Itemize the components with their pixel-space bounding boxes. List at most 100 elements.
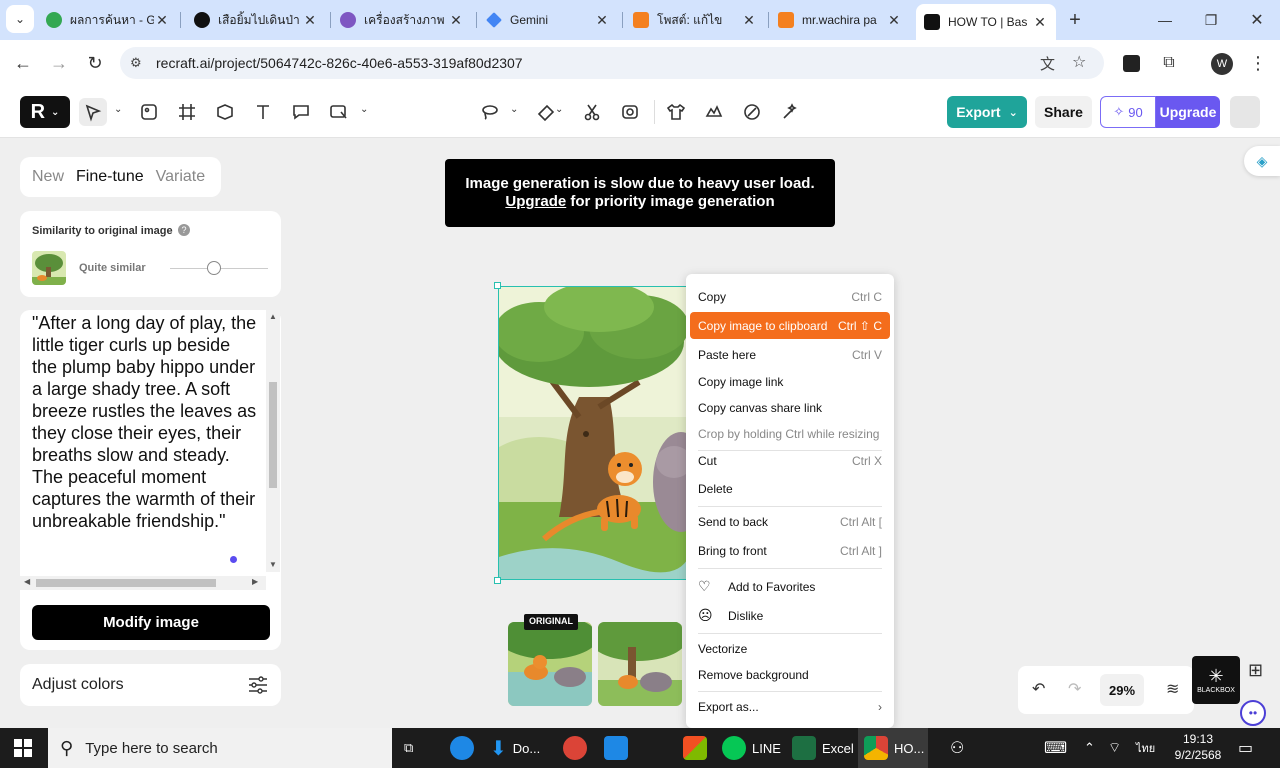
lasso-tool-icon[interactable] xyxy=(476,98,504,126)
downloads-app[interactable]: ⬇ Do... xyxy=(490,728,540,768)
recraft-logo-menu[interactable]: R ⌄ xyxy=(20,96,70,128)
mockup-tool-icon[interactable] xyxy=(211,98,239,126)
address-bar[interactable]: ⚙ recraft.ai/project/5064742c-826c-40e6-… xyxy=(120,47,1104,79)
scroll-right-arrow[interactable]: ▶ xyxy=(252,577,258,586)
modify-image-button[interactable]: Modify image xyxy=(32,605,270,640)
menu-item-paste-here[interactable]: Paste here Ctrl V xyxy=(690,341,890,368)
chevron-down-icon[interactable]: ⌄ xyxy=(114,104,124,115)
menu-item-copy[interactable]: Copy Ctrl C xyxy=(690,283,890,310)
upgrade-link[interactable]: Upgrade xyxy=(505,193,566,210)
vertical-scrollbar[interactable]: ▲ ▼ xyxy=(266,310,280,572)
app-red[interactable] xyxy=(563,728,593,768)
menu-item-export-as[interactable]: Export as... › xyxy=(690,693,890,720)
menu-item-add-to-favorites[interactable]: ♡ Add to Favorites xyxy=(690,573,890,600)
frame-tool-icon[interactable] xyxy=(173,98,201,126)
people-icon[interactable]: ⚇ xyxy=(950,728,964,768)
menu-item-remove-background[interactable]: Remove background xyxy=(690,661,890,688)
tab-tiger-walk[interactable]: เสือยิ้มไปเดินป่า ✕ xyxy=(186,6,326,34)
grid-apps-icon[interactable]: ⊞ xyxy=(1248,660,1263,681)
tab-fine-tune[interactable]: Fine-tune xyxy=(76,168,144,186)
upgrade-button[interactable]: Upgrade xyxy=(1156,96,1220,128)
close-icon[interactable]: ✕ xyxy=(886,12,902,29)
chevron-down-icon[interactable]: ⌄ xyxy=(555,104,565,115)
extension-icon[interactable] xyxy=(1123,55,1140,72)
bookmark-star-icon[interactable]: ☆ xyxy=(1072,52,1086,72)
menu-item-dislike[interactable]: ☹ Dislike xyxy=(690,602,890,629)
undo-icon[interactable]: ↶ xyxy=(1032,679,1045,699)
tab-blogger-post[interactable]: โพสต์: แก้ไข ✕ xyxy=(625,6,765,34)
upscale-icon[interactable] xyxy=(700,98,728,126)
chevron-up-icon[interactable]: ⌃ xyxy=(1084,728,1095,768)
tab-blogger-wachira[interactable]: mr.wachira pa ✕ xyxy=(770,6,910,34)
horizontal-scrollbar[interactable]: ◀ ▶ xyxy=(20,576,266,590)
line-app[interactable]: LINE xyxy=(722,728,781,768)
chrome-app[interactable]: HO... xyxy=(858,728,928,768)
close-icon[interactable]: ✕ xyxy=(302,12,318,29)
close-icon[interactable]: ✕ xyxy=(154,12,170,29)
share-button[interactable]: Share xyxy=(1035,96,1092,128)
task-view-icon[interactable]: ⧉ xyxy=(404,728,413,768)
layers-icon[interactable]: ≋ xyxy=(1166,679,1179,699)
scrollbar-thumb[interactable] xyxy=(269,382,277,488)
tab-search-button[interactable]: ⌄ xyxy=(6,5,34,33)
menu-item-send-to-back[interactable]: Send to back Ctrl Alt [ xyxy=(690,508,890,535)
sliders-icon[interactable] xyxy=(248,676,268,694)
tab-google-search[interactable]: ผลการค้นหา - G ✕ xyxy=(38,6,178,34)
menu-item-copy-image-to-clipboard[interactable]: Copy image to clipboard Ctrl ⇧ C xyxy=(690,312,890,339)
mail-app[interactable] xyxy=(604,728,634,768)
back-button[interactable]: ← xyxy=(8,48,38,78)
help-icon[interactable]: ? xyxy=(178,224,190,236)
tab-variate[interactable]: Variate xyxy=(156,168,206,186)
close-icon[interactable]: ✕ xyxy=(1032,14,1048,31)
profile-avatar[interactable]: W xyxy=(1211,53,1233,75)
assistant-bot-icon[interactable]: •• xyxy=(1240,700,1266,726)
tab-gemini[interactable]: Gemini ✕ xyxy=(478,6,618,34)
site-settings-icon[interactable]: ⚙ xyxy=(130,55,142,71)
chevron-down-icon[interactable]: ⌄ xyxy=(360,104,370,115)
windows-start-icon[interactable] xyxy=(14,739,32,757)
extensions-puzzle-icon[interactable]: ⧉ xyxy=(1154,48,1184,78)
scissors-icon[interactable] xyxy=(578,98,606,126)
new-tab-button[interactable]: + xyxy=(1060,5,1090,35)
magic-edit-icon[interactable] xyxy=(776,98,804,126)
menu-item-bring-to-front[interactable]: Bring to front Ctrl Alt ] xyxy=(690,537,890,564)
canvas-image-selected[interactable] xyxy=(498,286,690,580)
tshirt-mockup-icon[interactable] xyxy=(662,98,690,126)
resize-handle[interactable] xyxy=(494,577,501,584)
close-icon[interactable]: ✕ xyxy=(741,12,757,29)
window-close-button[interactable]: ✕ xyxy=(1242,5,1272,35)
zoom-level[interactable]: 29% xyxy=(1100,674,1144,706)
tab-recraft-active[interactable]: HOW TO | Bas ✕ xyxy=(916,4,1056,40)
prompt-textarea[interactable]: "After a long day of play, the little ti… xyxy=(20,310,264,576)
translate-icon[interactable]: 文 xyxy=(1040,53,1055,74)
text-tool-icon[interactable] xyxy=(249,98,277,126)
menu-item-vectorize[interactable]: Vectorize xyxy=(690,635,890,662)
minimize-button[interactable]: — xyxy=(1150,5,1180,35)
chevron-down-icon[interactable]: ⌄ xyxy=(510,104,520,115)
scrollbar-thumb[interactable] xyxy=(36,579,216,587)
thumbnail-original[interactable] xyxy=(508,622,592,706)
menu-item-copy-canvas-share-link[interactable]: Copy canvas share link xyxy=(690,394,890,421)
similarity-slider-thumb[interactable] xyxy=(207,261,221,275)
wifi-icon[interactable]: ⌔ xyxy=(1108,728,1121,768)
excel-app[interactable]: Excel xyxy=(792,728,854,768)
adjust-colors-card[interactable]: Adjust colors xyxy=(20,664,281,706)
credits-badge[interactable]: ✧ 90 xyxy=(1100,96,1156,128)
scroll-down-arrow[interactable]: ▼ xyxy=(269,560,277,569)
browser-menu-icon[interactable]: ⋮ xyxy=(1243,48,1273,78)
store-app[interactable] xyxy=(683,728,713,768)
remove-background-icon[interactable] xyxy=(616,98,644,126)
edge-browser-app[interactable] xyxy=(450,728,480,768)
resize-handle[interactable] xyxy=(494,282,501,289)
notification-icon[interactable]: ▭ xyxy=(1238,728,1253,768)
keyboard-icon[interactable]: ⌨ xyxy=(1044,728,1067,768)
scroll-up-arrow[interactable]: ▲ xyxy=(269,312,277,321)
reload-button[interactable]: ↻ xyxy=(80,48,110,78)
user-avatar[interactable] xyxy=(1230,96,1260,128)
clock[interactable]: 19:13 9/2/2568 xyxy=(1170,731,1226,763)
taskbar-search[interactable]: ⚲ Type here to search xyxy=(48,728,392,768)
image-upload-icon[interactable] xyxy=(325,98,353,126)
close-icon[interactable]: ✕ xyxy=(448,12,464,29)
tab-image-generator[interactable]: เครื่องสร้างภาพ ✕ xyxy=(332,6,472,34)
menu-item-copy-image-link[interactable]: Copy image link xyxy=(690,368,890,395)
